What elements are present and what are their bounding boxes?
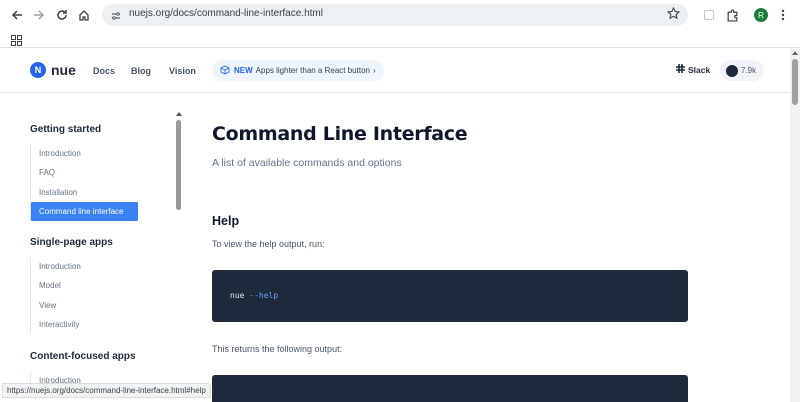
page-scrollbar[interactable] bbox=[790, 49, 800, 402]
docs-sidebar: Getting started Introduction FAQ Install… bbox=[0, 94, 190, 402]
browser-menu-icon[interactable] bbox=[772, 4, 794, 26]
box-icon bbox=[220, 64, 230, 77]
nav-docs[interactable]: Docs bbox=[93, 66, 115, 76]
promo-new-badge: NEW bbox=[234, 66, 253, 75]
sidebar-section-title: Content-focused apps bbox=[30, 351, 136, 362]
nav-vision[interactable]: Vision bbox=[169, 66, 196, 76]
site-settings-icon[interactable] bbox=[110, 9, 122, 27]
code-block: nue --help bbox=[212, 270, 688, 322]
sidebar-item-introduction[interactable]: Introduction bbox=[31, 144, 170, 163]
sidebar-item-cli-active[interactable]: Command line interface bbox=[31, 201, 138, 222]
returns-text: This returns the following output: bbox=[212, 344, 343, 354]
sidebar-group-getting-started: Introduction FAQ Installation Command li… bbox=[30, 144, 170, 222]
sidebar-section-title: Single-page apps bbox=[30, 237, 113, 248]
sidebar-item-view[interactable]: View bbox=[31, 296, 170, 315]
logo-text: nue bbox=[51, 62, 76, 78]
bookmark-star-icon[interactable] bbox=[666, 6, 681, 25]
back-arrow-icon bbox=[11, 10, 22, 20]
promo-text: Apps lighter than a React button bbox=[255, 66, 370, 75]
page-lead: A list of available commands and options bbox=[212, 157, 402, 169]
page-scroll-thumb[interactable] bbox=[792, 59, 798, 105]
profile-avatar[interactable]: R bbox=[750, 4, 772, 26]
sidebar-item-interactivity[interactable]: Interactivity bbox=[31, 315, 170, 334]
slack-label: Slack bbox=[688, 65, 711, 75]
reload-icon bbox=[57, 10, 67, 20]
output-code-block bbox=[212, 375, 688, 402]
extensions-icon[interactable] bbox=[721, 4, 743, 26]
bookmarks-bar bbox=[0, 30, 800, 48]
github-icon bbox=[726, 64, 738, 77]
slack-link[interactable]: Slack bbox=[676, 64, 710, 76]
back-button[interactable] bbox=[6, 4, 28, 26]
code-flag: --help bbox=[249, 291, 279, 300]
forward-arrow-icon bbox=[34, 10, 45, 20]
logo-mark: N bbox=[30, 62, 46, 78]
scroll-up-arrow-icon[interactable] bbox=[176, 112, 182, 116]
github-stars: 7.9k bbox=[741, 66, 757, 75]
help-intro: To view the help output, run: bbox=[212, 239, 325, 249]
github-button[interactable]: 7.9k bbox=[720, 60, 764, 81]
nav-blog[interactable]: Blog bbox=[131, 66, 151, 76]
sidebar-group-single-page-apps: Introduction Model View Interactivity bbox=[30, 257, 170, 335]
code-command: nue bbox=[230, 291, 245, 300]
slack-icon bbox=[676, 64, 685, 76]
promo-banner[interactable]: NEW Apps lighter than a React button › bbox=[212, 60, 384, 81]
status-bar-url: https://nuejs.org/docs/command-line-inte… bbox=[2, 383, 211, 398]
sidebar-item-installation[interactable]: Installation bbox=[31, 183, 170, 202]
site-logo[interactable]: N nue bbox=[30, 62, 76, 78]
chevron-right-icon: › bbox=[372, 66, 376, 75]
forward-button[interactable] bbox=[28, 4, 50, 26]
sidebar-section-title: Getting started bbox=[30, 124, 102, 135]
scroll-up-arrow-icon[interactable] bbox=[792, 51, 798, 55]
page-title: Command Line Interface bbox=[212, 123, 468, 145]
browser-toolbar: nuejs.org/docs/command-line-interface.ht… bbox=[0, 0, 800, 30]
sidebar-item-model[interactable]: Model bbox=[31, 276, 170, 295]
home-icon bbox=[79, 10, 89, 21]
page-viewport: N nue Docs Blog Vision NEW Apps lighter … bbox=[0, 49, 790, 402]
url-text[interactable]: nuejs.org/docs/command-line-interface.ht… bbox=[129, 8, 323, 19]
sidebar-scroll-thumb[interactable] bbox=[176, 120, 181, 210]
code-line: nue --help bbox=[230, 291, 278, 300]
sidebar-item-faq[interactable]: FAQ bbox=[31, 163, 170, 182]
sidebar-scrollbar[interactable] bbox=[176, 112, 182, 402]
help-heading: Help bbox=[212, 214, 240, 228]
reload-button[interactable] bbox=[51, 4, 73, 26]
home-button[interactable] bbox=[73, 4, 95, 26]
site-header: N nue Docs Blog Vision NEW Apps lighter … bbox=[0, 49, 790, 93]
address-bar[interactable]: nuejs.org/docs/command-line-interface.ht… bbox=[102, 4, 688, 26]
sidebar-item-introduction[interactable]: Introduction bbox=[31, 257, 170, 276]
tab-search-icon[interactable] bbox=[698, 4, 720, 26]
